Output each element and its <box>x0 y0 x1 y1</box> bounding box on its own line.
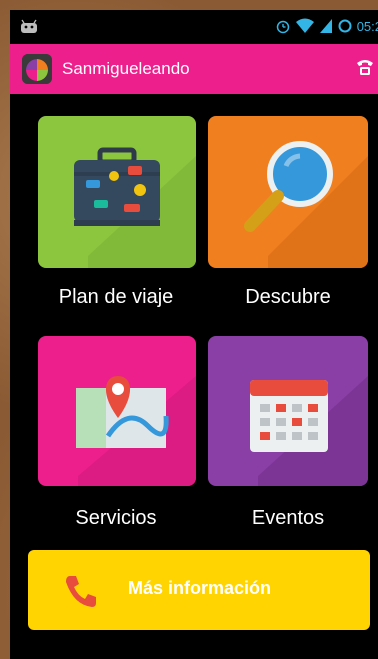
app-title: Sanmigueleando <box>62 59 190 78</box>
sync-icon <box>338 19 352 33</box>
android-icon <box>21 19 37 33</box>
more-info-button[interactable]: Más información <box>28 550 370 630</box>
wifi-icon <box>295 18 314 33</box>
signal-icon <box>319 19 332 33</box>
tile-eventos[interactable] <box>208 336 368 486</box>
phone-call-icon <box>66 576 96 607</box>
phone-screen: 05:2 Sanmigueleando <box>10 10 378 659</box>
tile-label-plan-de-viaje[interactable]: Plan de viaje <box>36 286 196 309</box>
tile-plan-de-viaje[interactable] <box>38 116 196 268</box>
alarm-icon <box>276 20 289 34</box>
suitcase-icon <box>74 147 196 268</box>
tile-descubre[interactable] <box>208 116 368 268</box>
tile-label-descubre[interactable]: Descubre <box>208 286 368 309</box>
calendar-icon <box>250 376 368 486</box>
action-bar: Sanmigueleando <box>10 44 378 94</box>
status-icons: 05:2 <box>275 18 378 34</box>
tile-label-eventos[interactable]: Eventos <box>208 507 368 530</box>
tile-servicios[interactable] <box>38 336 196 486</box>
map-pin-icon <box>76 376 196 486</box>
phone-icon[interactable] <box>356 58 374 76</box>
magnifier-icon <box>244 141 368 268</box>
status-time: 05:2 <box>356 18 378 34</box>
app-logo-icon[interactable] <box>22 54 52 84</box>
more-info-label: Más información <box>128 578 272 598</box>
tile-label-servicios[interactable]: Servicios <box>36 507 196 530</box>
status-bar: 05:2 <box>10 10 378 44</box>
